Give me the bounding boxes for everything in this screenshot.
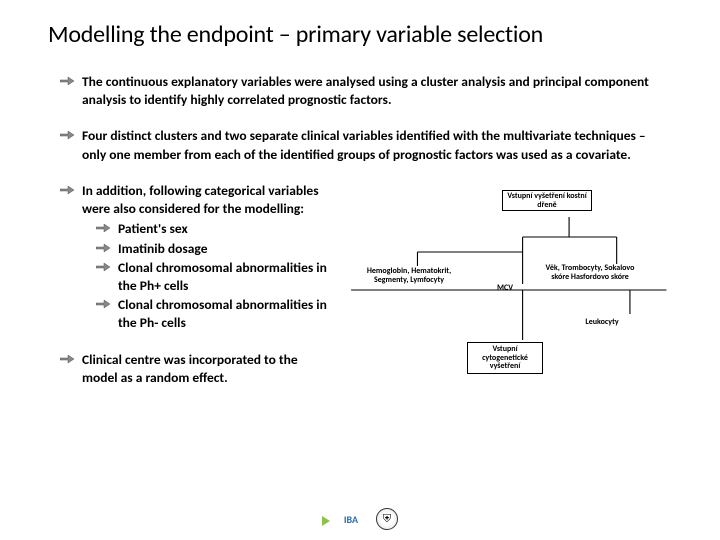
arrow-right-icon: [96, 222, 110, 234]
arrow-right-icon: [96, 242, 110, 254]
sub-bullet-text: Imatinib dosage: [118, 240, 207, 257]
page-title: Modelling the endpoint – primary variabl…: [48, 20, 672, 49]
sub-bullet-text: Patient's sex: [118, 220, 188, 237]
bullet-item: Clinical centre was incorporated to the …: [60, 351, 328, 387]
bullet-item: The continuous explanatory variables wer…: [60, 73, 672, 109]
dendro-node-vek: Věk, Trombocyty, Sokalovo skóre Hasfordo…: [545, 264, 635, 282]
dendro-node-leuk: Leukocyty: [577, 318, 627, 327]
sub-bullet-item: Patient's sex: [96, 220, 328, 238]
arrow-right-icon: [60, 75, 74, 87]
logo-iba-text: IBA: [344, 513, 358, 526]
bullet-text: Four distinct clusters and two separate …: [82, 127, 646, 162]
arrow-right-icon: [60, 184, 74, 196]
bullet-item: Four distinct clusters and two separate …: [60, 127, 672, 163]
sub-bullet-item: Clonal chromosomal abnormalities in the …: [96, 296, 328, 332]
arrow-right-icon: [96, 298, 110, 310]
sub-bullet-list: Patient's sex Imatinib dosage Clonal chr…: [82, 220, 328, 332]
bullet-text: Clinical centre was incorporated to the …: [82, 351, 298, 386]
bullet-text: The continuous explanatory variables wer…: [82, 73, 649, 108]
bullet-list: The continuous explanatory variables wer…: [48, 73, 672, 164]
sub-bullet-text: Clonal chromosomal abnormalities in the …: [118, 259, 327, 294]
logo-university: ⛨: [376, 508, 398, 530]
arrow-right-icon: [60, 353, 74, 365]
logo-iba: IBA: [322, 508, 370, 530]
dendro-node-cyto: Vstupní cytogenetické vyšetření: [467, 342, 543, 374]
dendro-node-top: Vstupní vyšetření kostní dřeně: [502, 190, 592, 212]
dendrogram-diagram: Vstupní vyšetření kostní dřeně Hemoglobi…: [340, 182, 672, 382]
bullet-item: In addition, following categorical varia…: [60, 182, 328, 333]
footer-logos: IBA ⛨: [322, 508, 398, 530]
dendro-node-hemo: Hemoglobin, Hematokrit, Segmenty, Lymfoc…: [360, 267, 458, 285]
arrow-right-icon: [96, 261, 110, 273]
bullet-list-left: In addition, following categorical varia…: [48, 182, 328, 387]
bullet-text: In addition, following categorical varia…: [82, 182, 319, 217]
sub-bullet-text: Clonal chromosomal abnormalities in the …: [118, 296, 327, 331]
arrow-right-icon: [60, 129, 74, 141]
sub-bullet-item: Clonal chromosomal abnormalities in the …: [96, 259, 328, 295]
dendro-node-mcv: MCV: [490, 284, 520, 293]
sub-bullet-item: Imatinib dosage: [96, 240, 328, 258]
